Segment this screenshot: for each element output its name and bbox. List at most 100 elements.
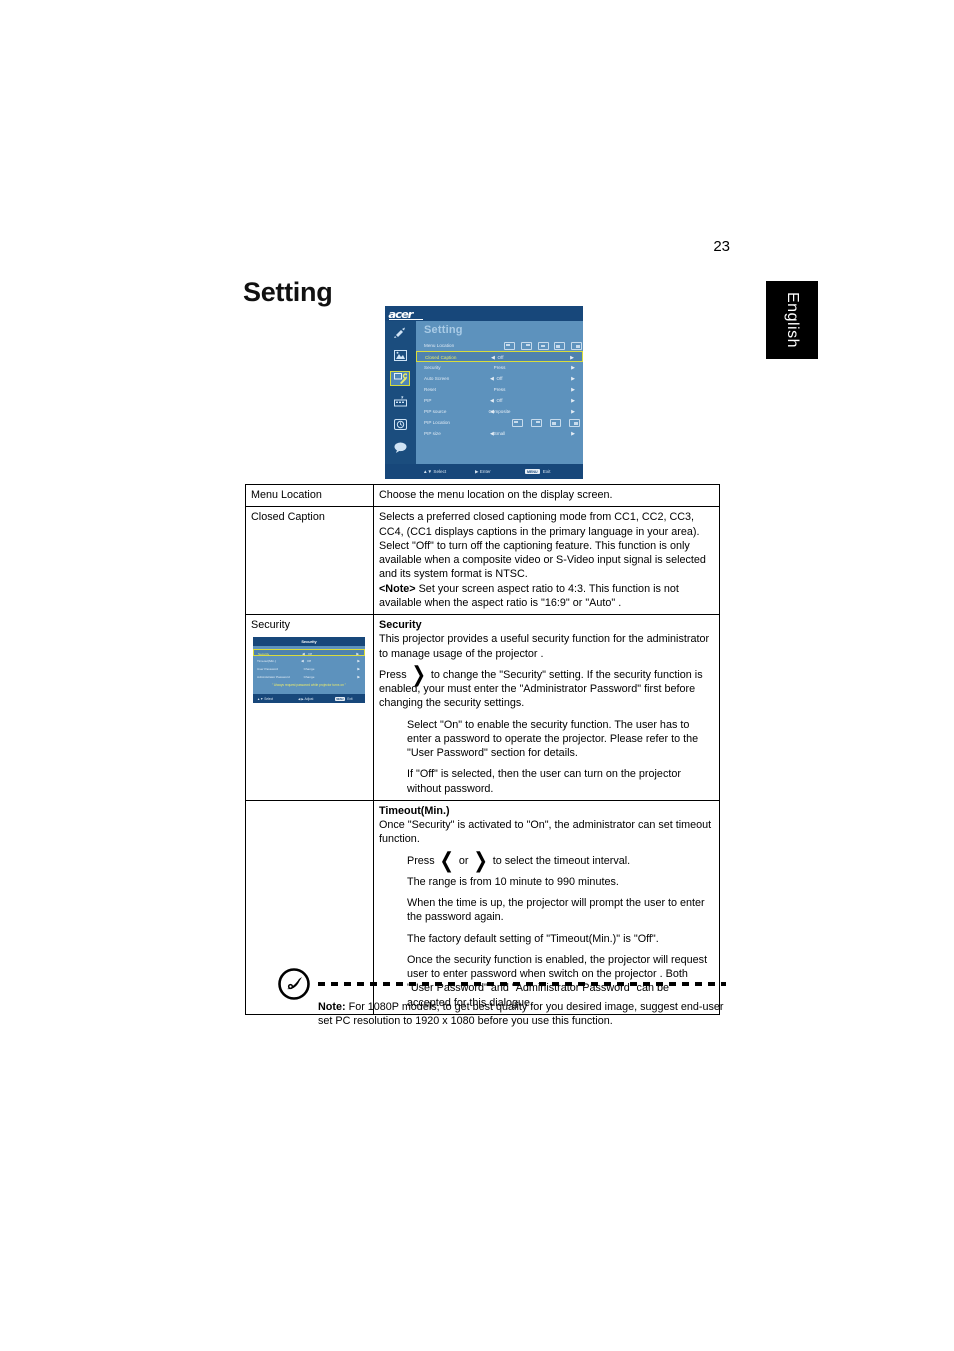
description-press-right: Press ❯ to change the "Security" setting…	[379, 662, 714, 711]
description-text: This projector provides a useful securit…	[379, 633, 710, 660]
section-heading: Timeout(Min.)	[379, 804, 450, 817]
osd-topbar: acer	[385, 306, 583, 321]
description-text: Choose the menu location on the display …	[379, 489, 613, 501]
description-indent: If "Off" is selected, then the user can …	[407, 768, 681, 795]
menu-key-badge: MENU	[525, 469, 540, 475]
osd-security-row-security[interactable]: Security ◀ Off ▶	[253, 649, 365, 657]
table-cell-body: Selects a preferred closed captioning mo…	[373, 506, 720, 615]
osd-footer-select: ▲▼ Select	[257, 697, 273, 701]
pip-location-bottom-left-icon[interactable]	[550, 418, 561, 427]
location-bottom-right-icon[interactable]	[571, 341, 582, 350]
location-top-right-icon[interactable]	[520, 341, 532, 350]
osd-security-row-timeout[interactable]: Timeout(Min.) ◀ Off ▶	[253, 657, 365, 664]
right-arrow-icon[interactable]: ▶	[571, 398, 575, 404]
osd-row-value: Change	[303, 667, 315, 672]
pip-location-top-left-icon[interactable]	[512, 418, 523, 427]
osd-security-footer: ▲▼ Select ◀ ▶ Adjust MENU Exit	[253, 694, 365, 704]
location-bottom-left-icon[interactable]	[554, 341, 566, 350]
osd-footer-select-label: Select	[433, 469, 447, 474]
location-center-icon[interactable]	[537, 341, 549, 350]
right-arrow-icon[interactable]: ▶	[571, 365, 575, 371]
osd-row-value: Off	[306, 659, 312, 664]
right-arrow-icon[interactable]: ▶	[357, 659, 360, 663]
osd-row-value: Press	[493, 386, 506, 392]
osd-footer-adjust-label: Adjust	[304, 697, 314, 702]
osd-security-title: Security	[253, 637, 365, 647]
note-text: Note: For 1080P models, to get best qual…	[318, 1000, 726, 1029]
language-side-tab-label: English	[784, 292, 801, 348]
press-mid: or	[455, 854, 472, 867]
left-right-arrows-icon: ◀ ▶	[298, 697, 304, 702]
osd-row-value: Change	[303, 675, 315, 680]
osd-footer-select: ▲▼ Select	[423, 469, 446, 474]
osd-row-pip-location[interactable]: PIP Location	[416, 417, 583, 428]
right-arrow-icon[interactable]: ▶	[356, 652, 359, 656]
osd-row-label: Menu Location	[424, 342, 455, 348]
table-cell-body: Security This projector provides a usefu…	[373, 614, 720, 801]
description-indent: The factory default setting of "Timeout(…	[407, 932, 659, 945]
color-wand-icon[interactable]	[390, 325, 410, 340]
language-bubble-icon[interactable]	[390, 440, 410, 455]
osd-row-pip-size[interactable]: PIP size ◀ Small ▶	[416, 428, 583, 439]
section-heading: Security	[379, 619, 422, 631]
right-arrow-icon[interactable]: ▶	[571, 431, 575, 437]
osd-footer-exit-label: Exit	[347, 697, 353, 702]
description-text: Once "Security" is activated to "On", th…	[379, 819, 712, 846]
language-side-tab: English	[766, 281, 818, 359]
note-body: For 1080P models, to get best quality fo…	[318, 1001, 724, 1028]
table-row: Menu Location Choose the menu location o…	[245, 483, 720, 508]
right-arrow-icon[interactable]: ▶	[571, 409, 575, 415]
table-row: Security Security Security ◀ Off ▶ Timeo…	[245, 614, 720, 801]
management-icon[interactable]	[390, 394, 410, 409]
osd-row-auto-screen[interactable]: Auto Screen ◀ Off ▶	[416, 373, 583, 384]
right-arrow-icon[interactable]: ▶	[571, 376, 575, 382]
osd-row-value: Off	[307, 652, 313, 657]
location-top-left-icon[interactable]	[504, 341, 515, 350]
press-prefix: Press	[379, 668, 410, 681]
osd-footer-exit: MENU Exit	[525, 469, 551, 475]
osd-row-menu-location[interactable]: Menu Location	[416, 340, 583, 351]
pip-location-bottom-right-icon[interactable]	[569, 418, 580, 427]
osd-security-screenshot: Security Security ◀ Off ▶ Timeout(Min.) …	[253, 637, 365, 704]
right-arrow-icon[interactable]: ▶	[357, 675, 360, 679]
image-icon[interactable]	[390, 348, 410, 363]
osd-row-value: Press	[493, 364, 506, 370]
page-number: 23	[713, 238, 730, 255]
note-marker: <Note>	[379, 582, 416, 595]
right-arrow-key-icon: ❯	[411, 662, 426, 688]
acer-note-icon	[278, 968, 310, 1000]
right-arrow-icon: ▶	[475, 469, 479, 474]
osd-row-value: Off	[497, 354, 504, 360]
pip-location-options[interactable]	[512, 418, 580, 427]
osd-row-security[interactable]: Security Press ▶	[416, 362, 583, 373]
pip-location-top-right-icon[interactable]	[531, 418, 542, 427]
osd-row-pip[interactable]: PIP ◀ Off ▶	[416, 395, 583, 406]
osd-security-note: " Always request password while projecto…	[272, 683, 346, 688]
osd-row-label: PIP Location	[424, 419, 450, 425]
osd-security-row-admin-password[interactable]: Administrator Password Change ▶	[253, 673, 365, 680]
osd-footer-select-label: Select	[264, 697, 274, 702]
description-press-leftright: Press ❮ or ❯ to select the timeout inter…	[407, 848, 714, 873]
menu-location-options[interactable]	[504, 341, 582, 350]
osd-security-row-user-password[interactable]: User Password Change ▶	[253, 665, 365, 672]
press-suffix: to change the "Security" setting. If the…	[379, 668, 703, 710]
description-indent: Select "On" to enable the security funct…	[407, 718, 699, 760]
osd-sidebar	[385, 321, 416, 464]
osd-row-closed-caption[interactable]: Closed Caption ◀ Off ▶	[416, 351, 583, 362]
osd-footer: ▲▼ Select ▶ Enter MENU Exit	[385, 464, 583, 479]
osd-footer-exit-label: Exit	[542, 469, 551, 474]
timer-clock-icon[interactable]	[390, 417, 410, 432]
table-row: Closed Caption Selects a preferred close…	[245, 506, 720, 615]
table-cell-label: Security Security Security ◀ Off ▶ Timeo…	[245, 614, 374, 801]
osd-row-pip-source[interactable]: PIP source ◀ Composite ▶	[416, 406, 583, 417]
osd-row-value: Off	[496, 397, 503, 403]
right-arrow-key-icon: ❯	[473, 848, 488, 873]
osd-row-reset[interactable]: Reset Press ▶	[416, 384, 583, 395]
table-cell-body: Choose the menu location on the display …	[373, 483, 720, 508]
right-arrow-icon[interactable]: ▶	[571, 387, 575, 393]
settings-description-table: Menu Location Choose the menu location o…	[245, 483, 720, 1015]
right-arrow-icon[interactable]: ▶	[357, 667, 360, 671]
up-down-arrows-icon: ▲▼	[423, 469, 433, 474]
right-arrow-icon[interactable]: ▶	[570, 355, 574, 361]
setting-wrench-icon[interactable]	[390, 371, 410, 386]
